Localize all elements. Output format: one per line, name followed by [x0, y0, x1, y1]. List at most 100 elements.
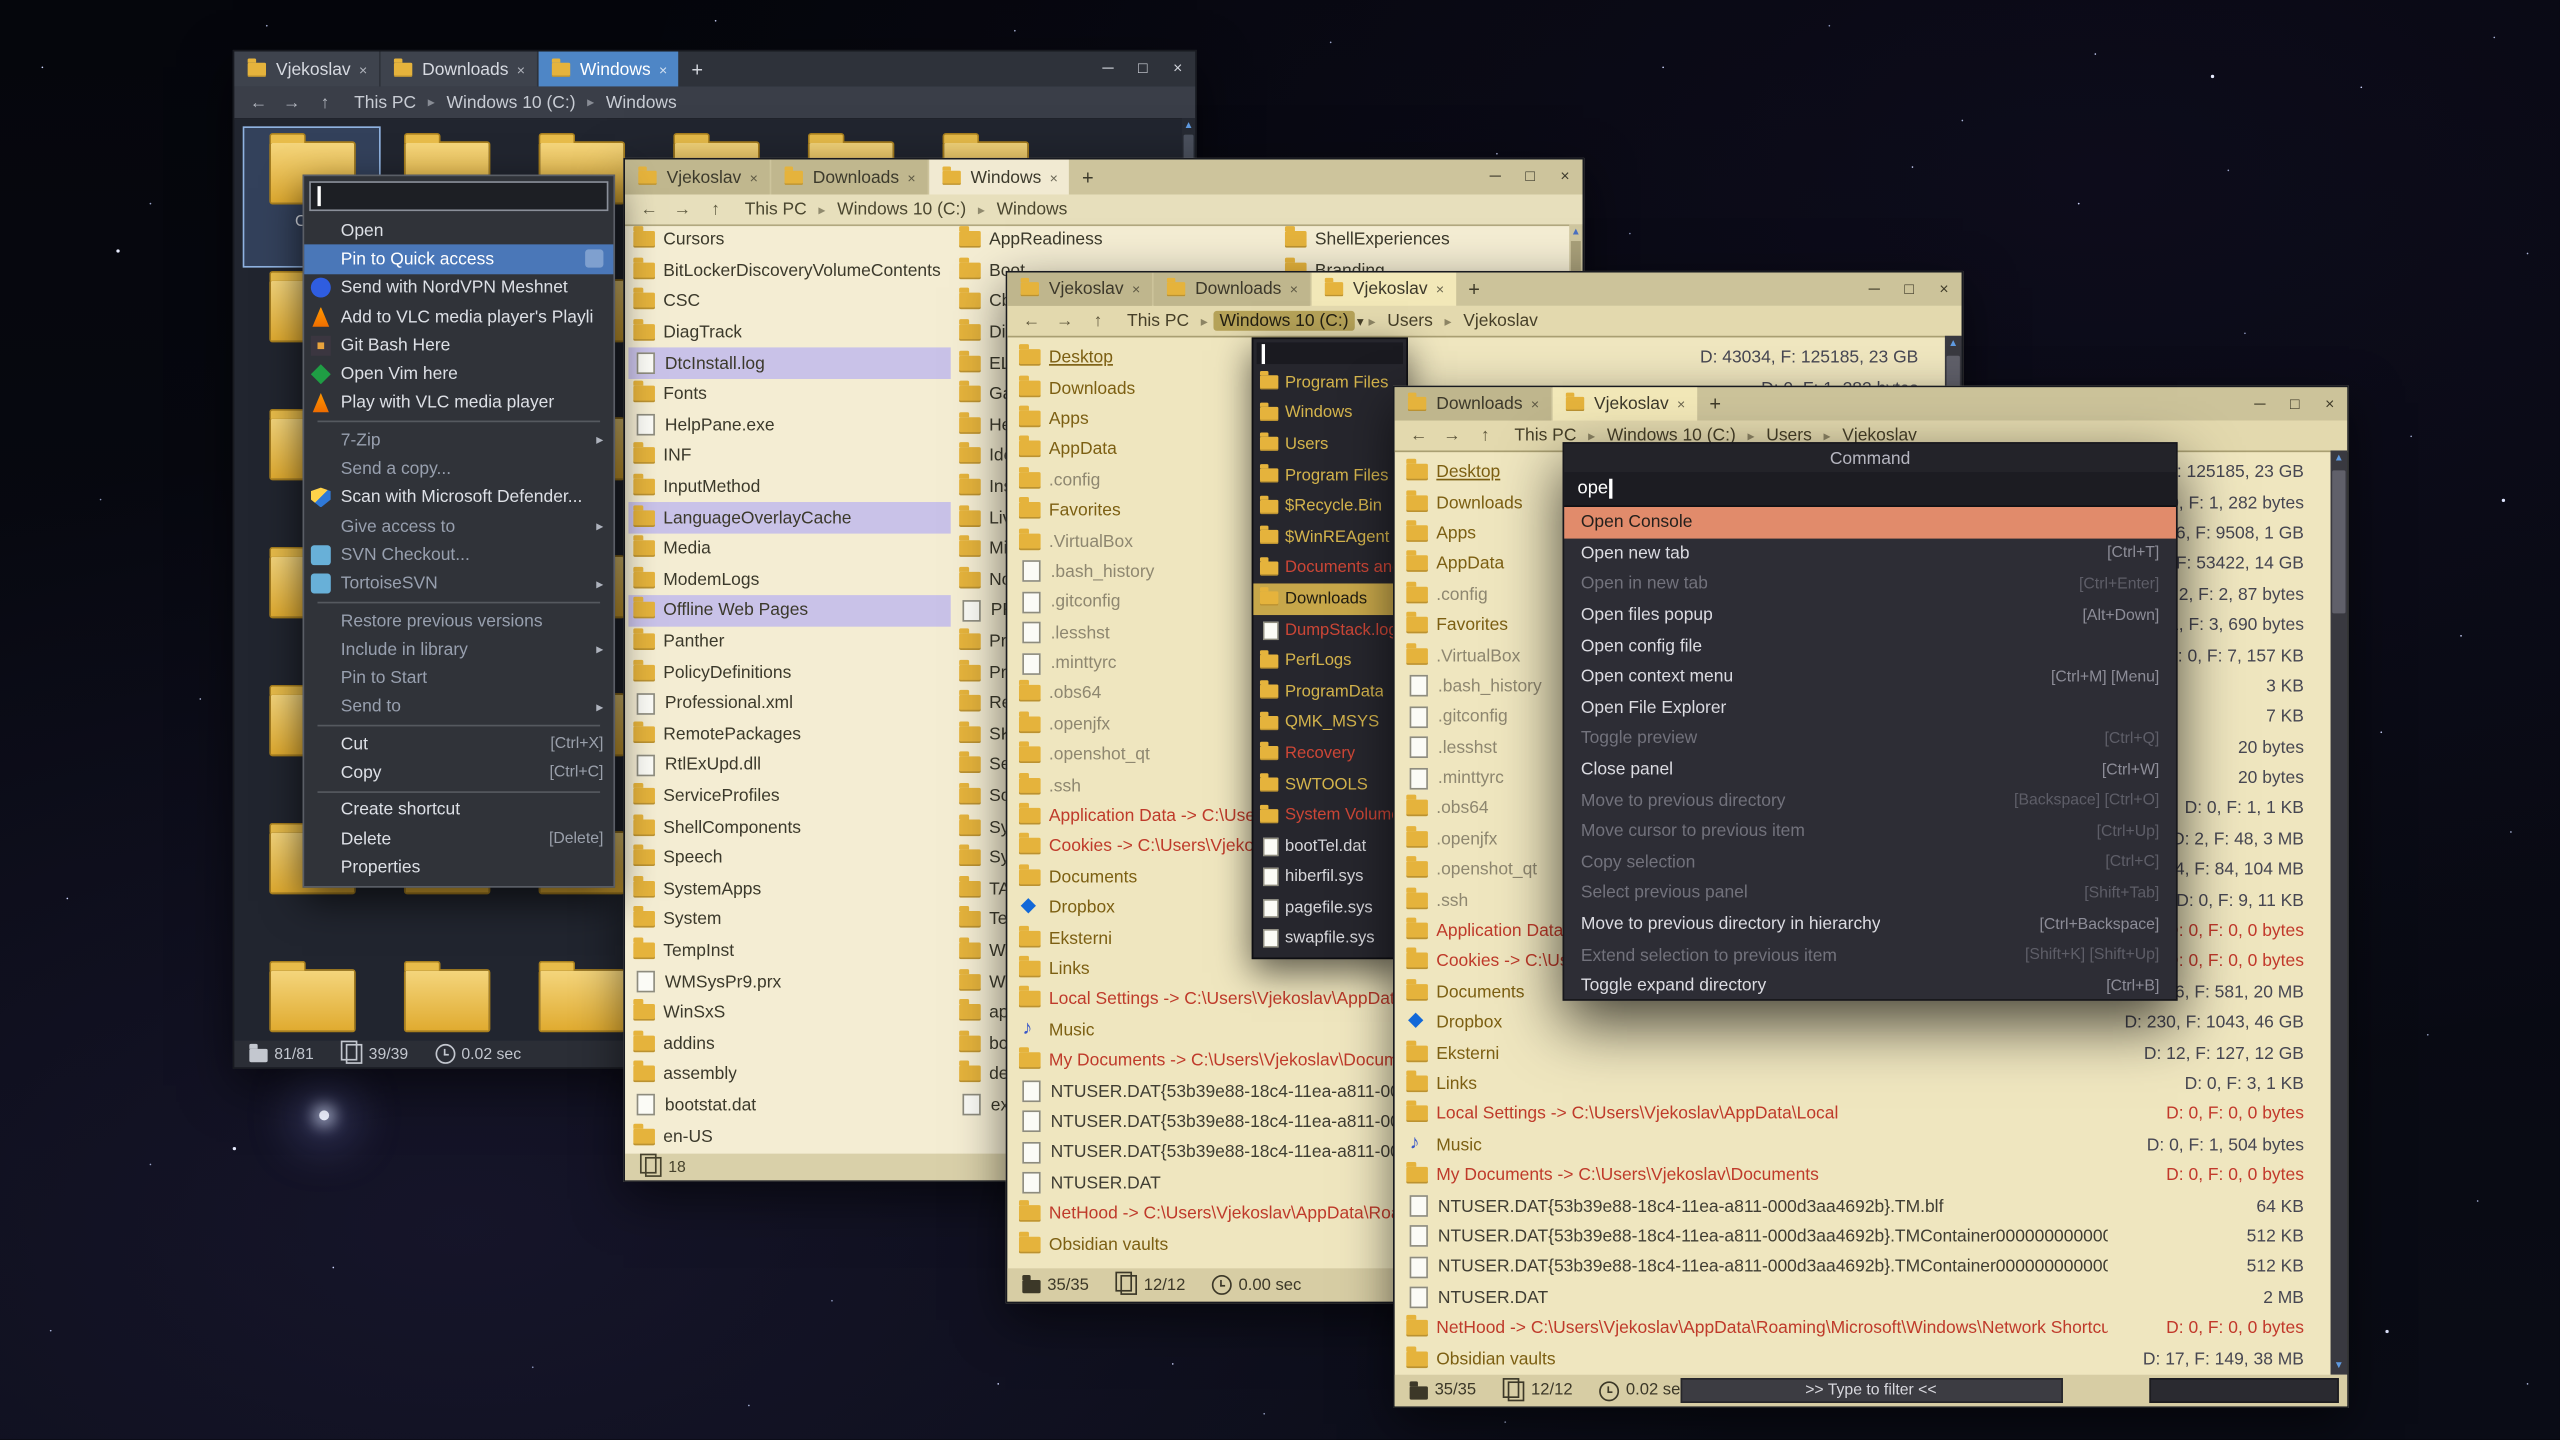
file-row[interactable]: Fonts	[628, 379, 950, 410]
tab-close-icon[interactable]: ×	[750, 169, 758, 186]
maximize-button[interactable]: □	[1892, 280, 1927, 298]
palette-item[interactable]: Move to previous directory [Backspace] […	[1564, 785, 2176, 816]
tab[interactable]: Downloads ×	[1154, 273, 1310, 306]
up-button[interactable]: ↑	[1087, 311, 1109, 331]
file-row[interactable]: assembly	[628, 1059, 950, 1090]
breadcrumb-segment[interactable]: Windows 10 (C:)	[440, 92, 582, 112]
forward-button[interactable]: →	[672, 199, 694, 219]
palette-item[interactable]: Toggle expand directory [Ctrl+B]	[1564, 971, 2176, 1002]
titlebar-drag-area[interactable]	[1104, 160, 1477, 195]
context-menu-item[interactable]: Pin to Quick access ▸	[304, 245, 613, 274]
file-row[interactable]: NetHood -> C:\Users\Vjekoslav\AppData\Ro…	[1395, 1313, 2331, 1344]
context-menu-item[interactable]: Git Bash Here ▸	[304, 331, 613, 360]
breadcrumb-segment[interactable]: Windows	[990, 199, 1074, 219]
file-row[interactable]: INF	[628, 441, 950, 472]
breadcrumb-segment[interactable]: Windows	[599, 92, 683, 112]
file-row[interactable]: AppReadiness	[954, 224, 1276, 255]
file-row[interactable]: en-US	[628, 1121, 950, 1152]
breadcrumb-segment[interactable]: This PC	[347, 92, 422, 112]
context-menu-item[interactable]: Create shortcut ▸	[304, 796, 613, 825]
tab-close-icon[interactable]: ×	[1531, 396, 1539, 413]
titlebar-drag-area[interactable]	[1732, 387, 2243, 420]
file-row[interactable]: ShellExperiences	[1280, 224, 1573, 255]
palette-item[interactable]: Open new tab [Ctrl+T]	[1564, 538, 2176, 569]
file-row[interactable]: WMSysPr9.prx	[628, 966, 950, 997]
dropdown-filter-input[interactable]	[1257, 342, 1403, 364]
palette-item[interactable]: Toggle preview [Ctrl+Q]	[1564, 723, 2176, 754]
back-button[interactable]: ←	[638, 199, 660, 219]
tab-close-icon[interactable]: ×	[659, 61, 667, 78]
file-row[interactable]: BitLockerDiscoveryVolumeContents	[628, 255, 950, 286]
dropdown-item[interactable]: Recovery	[1253, 738, 1406, 769]
scroll-up-icon[interactable]: ▲	[1948, 336, 1958, 353]
tab-close-icon[interactable]: ×	[517, 61, 525, 78]
context-menu-item[interactable]: Scan with Microsoft Defender... ▸	[304, 483, 613, 512]
file-row[interactable]: NTUSER.DAT 2 MB	[1395, 1283, 2331, 1314]
file-row[interactable]: TempInst	[628, 935, 950, 966]
file-row[interactable]: Links D: 0, F: 3, 1 KB	[1395, 1069, 2331, 1100]
minimize-button[interactable]: ─	[1857, 280, 1892, 298]
forward-button[interactable]: →	[281, 92, 303, 112]
file-row[interactable]: ServiceProfiles	[628, 781, 950, 812]
palette-item[interactable]: Open files popup [Alt+Down]	[1564, 600, 2176, 631]
new-tab-button[interactable]: +	[1071, 160, 1104, 195]
type-to-filter-hint[interactable]: >> Type to filter <<	[1680, 1378, 2062, 1403]
context-menu-item[interactable]: Include in library ▸	[304, 635, 613, 664]
scroll-up-icon[interactable]: ▲	[2334, 450, 2344, 467]
file-row[interactable]: ModemLogs	[628, 564, 950, 595]
close-button[interactable]: ×	[1160, 60, 1195, 78]
file-row[interactable]: Dropbox D: 230, F: 1043, 46 GB	[1395, 1007, 2331, 1038]
dropdown-item[interactable]: $WinREAgent	[1253, 522, 1406, 553]
dropdown-item[interactable]: $Recycle.Bin	[1253, 491, 1406, 522]
context-menu-item[interactable]: Send a copy... ▸	[304, 454, 613, 483]
file-row[interactable]: Cursors	[628, 224, 950, 255]
file-row[interactable]: PolicyDefinitions	[628, 657, 950, 688]
tab[interactable]: Vjekoslav ×	[1311, 273, 1455, 306]
palette-item[interactable]: Move to previous directory in hierarchy …	[1564, 909, 2176, 940]
tab-close-icon[interactable]: ×	[1677, 396, 1685, 413]
context-menu-item[interactable]: Play with VLC media player ▸	[304, 389, 613, 418]
tab-bar[interactable]: Vjekoslav × Downloads × Windows × + ─ □	[625, 160, 1582, 195]
file-row[interactable]: Offline Web Pages	[628, 595, 950, 626]
tab-bar[interactable]: Downloads × Vjekoslav × + ─ □ ×	[1395, 387, 2347, 420]
context-menu-item[interactable]: Send with NordVPN Meshnet ▸	[304, 274, 613, 303]
new-tab-button[interactable]: +	[681, 52, 714, 87]
context-menu-filter-input[interactable]	[309, 181, 608, 211]
context-menu-item[interactable]: Restore previous versions ▸	[304, 607, 613, 636]
tab[interactable]: Vjekoslav ×	[625, 160, 769, 195]
minimize-button[interactable]: ─	[1478, 168, 1513, 186]
back-button[interactable]: ←	[248, 92, 270, 112]
dropdown-item[interactable]: Program Files	[1253, 367, 1406, 398]
back-button[interactable]: ←	[1408, 426, 1430, 446]
titlebar-drag-area[interactable]	[714, 52, 1091, 87]
status-filter-input[interactable]	[2149, 1378, 2339, 1403]
file-row[interactable]: Obsidian vaults D: 17, F: 149, 38 MB	[1395, 1344, 2331, 1375]
titlebar-drag-area[interactable]	[1491, 273, 1857, 306]
context-menu-item[interactable]: ▸	[317, 602, 600, 604]
scroll-down-icon[interactable]: ▼	[2334, 1358, 2344, 1375]
file-row[interactable]: RtlExUpd.dll	[628, 750, 950, 781]
file-row[interactable]: Desktop D: 43034, F: 125185, 23 GB	[1007, 342, 1945, 373]
maximize-button[interactable]: □	[1513, 168, 1548, 186]
back-button[interactable]: ←	[1021, 311, 1043, 331]
new-tab-button[interactable]: +	[1699, 387, 1732, 420]
tab-close-icon[interactable]: ×	[359, 61, 367, 78]
palette-item[interactable]: Select previous panel [Shift+Tab]	[1564, 878, 2176, 909]
context-menu-item[interactable]: Open ▸	[304, 216, 613, 245]
context-menu-item[interactable]: Send to ▸	[304, 693, 613, 722]
folder-item[interactable]: Offline Web Page	[244, 956, 379, 1041]
tab[interactable]: Vjekoslav ×	[1007, 273, 1151, 306]
file-row[interactable]: HelpPane.exe	[628, 410, 950, 441]
forward-button[interactable]: →	[1441, 426, 1463, 446]
tab-bar[interactable]: Vjekoslav × Downloads × Windows × + ─ □	[234, 52, 1195, 87]
tab-close-icon[interactable]: ×	[1436, 281, 1444, 298]
file-row[interactable]: bootstat.dat	[628, 1090, 950, 1121]
dropdown-item[interactable]: PerfLogs	[1253, 646, 1406, 677]
scrollbar[interactable]: ▲ ▼	[2331, 450, 2348, 1374]
file-row[interactable]: Panther	[628, 626, 950, 657]
palette-item[interactable]: Open File Explorer	[1564, 692, 2176, 723]
tab-bar[interactable]: Vjekoslav × Downloads × Vjekoslav × + ─ …	[1007, 273, 1961, 306]
palette-search-input[interactable]: ope	[1564, 472, 2176, 507]
tab-close-icon[interactable]: ×	[907, 169, 915, 186]
tab-close-icon[interactable]: ×	[1132, 281, 1140, 298]
